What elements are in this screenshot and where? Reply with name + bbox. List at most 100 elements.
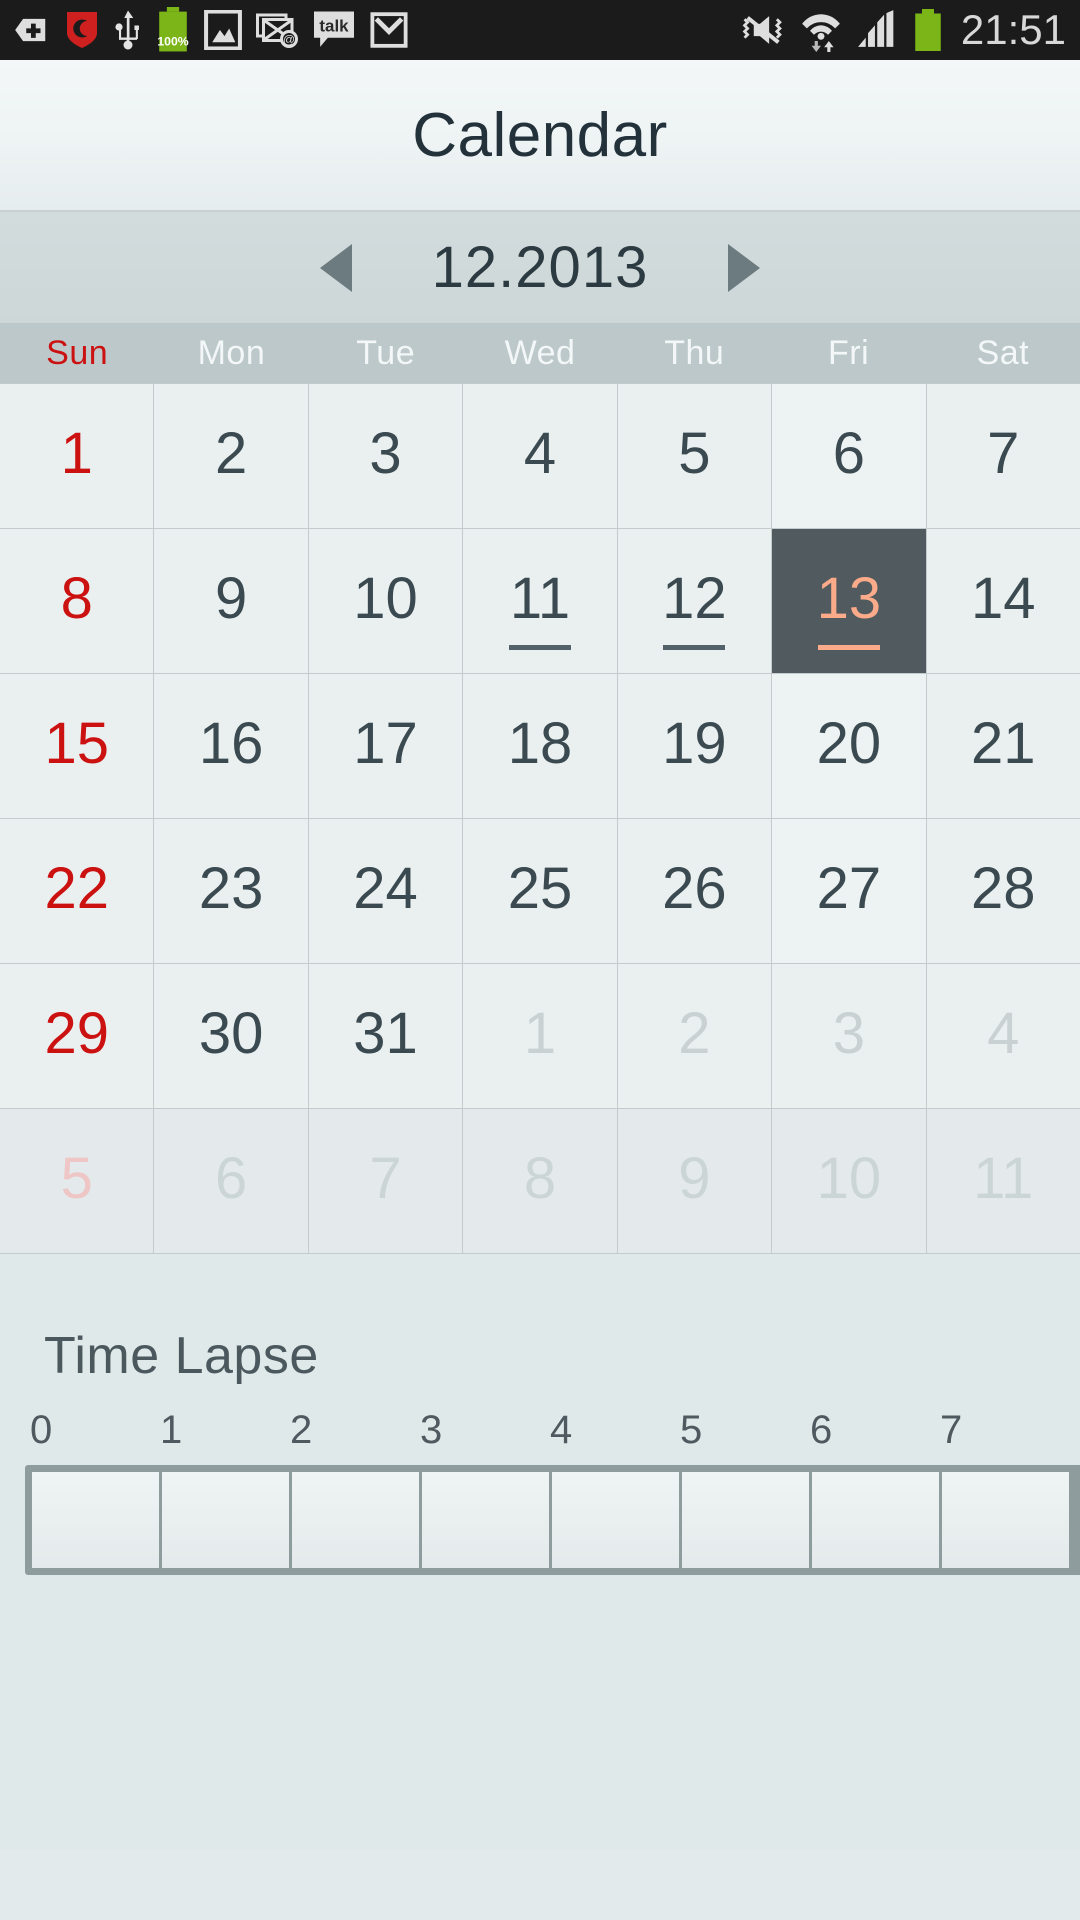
day-number: 18	[507, 711, 573, 776]
timelapse-tick-label: 0	[30, 1408, 53, 1452]
page-title: Calendar	[412, 100, 668, 170]
day-cell[interactable]: 19	[617, 674, 772, 818]
day-cell[interactable]: 29	[0, 964, 154, 1108]
next-month-arrow-icon[interactable]	[728, 243, 760, 292]
day-cell[interactable]: 28	[926, 819, 1080, 963]
weekday-header-fri: Fri	[827, 333, 870, 372]
day-cell[interactable]: 10	[772, 1109, 926, 1253]
day-cell[interactable]: 9	[154, 529, 308, 673]
weekday-header-thu: Thu	[664, 333, 725, 372]
day-cell[interactable]: 1	[463, 964, 617, 1108]
day-cell[interactable]: 14	[926, 529, 1080, 673]
timelapse-cell[interactable]	[162, 1472, 292, 1568]
day-cell[interactable]: 25	[463, 819, 617, 963]
status-bar-right-icons: 21:51	[739, 6, 1066, 54]
day-number: 14	[971, 566, 1036, 631]
day-cell[interactable]: 27	[772, 819, 926, 963]
day-number: 7	[369, 1146, 402, 1211]
signal-icon	[855, 7, 901, 53]
day-number: 7	[987, 421, 1020, 486]
day-number: 4	[987, 1001, 1020, 1066]
day-number: 24	[353, 856, 418, 921]
day-number: 9	[678, 1146, 711, 1211]
gmail-icon	[370, 7, 408, 53]
day-cell[interactable]: 15	[0, 674, 154, 818]
day-cell[interactable]: 1	[0, 384, 154, 528]
timelapse-bar[interactable]	[25, 1465, 1080, 1575]
day-cell[interactable]: 6	[154, 1109, 308, 1253]
day-cell[interactable]: 8	[463, 1109, 617, 1253]
current-month-label[interactable]: 12.2013	[390, 234, 690, 301]
day-cell[interactable]: 13	[772, 529, 926, 673]
day-cell[interactable]: 2	[154, 384, 308, 528]
day-number: 5	[60, 1146, 93, 1211]
day-cell[interactable]: 23	[154, 819, 308, 963]
action-bar: Calendar	[0, 60, 1080, 212]
wifi-icon	[799, 7, 843, 53]
day-number: 3	[832, 1001, 865, 1066]
day-cell[interactable]: 18	[463, 674, 617, 818]
day-number: 13	[816, 566, 882, 631]
day-cell[interactable]: 7	[308, 1109, 463, 1253]
status-bar: 100% @ talk 21:51	[0, 0, 1080, 60]
weekday-header-mon: Mon	[197, 333, 266, 372]
day-cell[interactable]: 7	[926, 384, 1080, 528]
previous-month-arrow-icon[interactable]	[320, 243, 352, 292]
day-cell[interactable]: 16	[154, 674, 308, 818]
day-cell[interactable]: 24	[308, 819, 463, 963]
gallery-icon	[204, 7, 242, 53]
talk-icon: talk	[312, 7, 356, 53]
day-cell[interactable]: 22	[0, 819, 154, 963]
day-number: 12	[662, 566, 727, 631]
day-cell[interactable]: 6	[772, 384, 926, 528]
day-cell[interactable]: 9	[617, 1109, 772, 1253]
timelapse-cell[interactable]	[32, 1472, 162, 1568]
timelapse-cell[interactable]	[942, 1472, 1072, 1568]
day-cell[interactable]: 5	[617, 384, 772, 528]
day-cell[interactable]: 3	[772, 964, 926, 1108]
timelapse-tick-labels: 0 1 2 3 4 5 6 7	[0, 1408, 1080, 1453]
timelapse-cell[interactable]	[682, 1472, 812, 1568]
day-cell[interactable]: 5	[0, 1109, 154, 1253]
timelapse-cell[interactable]	[292, 1472, 422, 1568]
day-cell[interactable]: 4	[926, 964, 1080, 1108]
day-number: 16	[198, 711, 264, 776]
day-number: 1	[60, 421, 93, 486]
usb-icon	[114, 7, 142, 53]
day-cell[interactable]: 20	[772, 674, 926, 818]
timelapse-tick-label: 7	[940, 1408, 963, 1452]
day-number: 31	[353, 1001, 418, 1066]
day-cell[interactable]: 10	[308, 529, 463, 673]
timelapse-cell[interactable]	[552, 1472, 682, 1568]
email-icon: @	[256, 7, 298, 53]
day-cell[interactable]: 31	[308, 964, 463, 1108]
day-cell[interactable]: 12	[617, 529, 772, 673]
day-number: 23	[198, 856, 264, 921]
day-cell[interactable]: 11	[926, 1109, 1080, 1253]
day-cell[interactable]: 26	[617, 819, 772, 963]
timelapse-cell[interactable]	[422, 1472, 552, 1568]
day-cell[interactable]: 8	[0, 529, 154, 673]
mute-vibrate-icon	[739, 7, 787, 53]
day-number: 8	[523, 1146, 557, 1211]
svg-text:100%: 100%	[157, 34, 188, 48]
day-cell[interactable]: 3	[308, 384, 463, 528]
day-cell[interactable]: 17	[308, 674, 463, 818]
day-number: 11	[973, 1146, 1034, 1211]
day-number: 9	[215, 566, 248, 631]
day-cell[interactable]: 2	[617, 964, 772, 1108]
day-number: 19	[662, 711, 727, 776]
day-cell[interactable]: 30	[154, 964, 308, 1108]
day-cell[interactable]: 21	[926, 674, 1080, 818]
day-number: 2	[215, 421, 248, 486]
day-cell[interactable]: 4	[463, 384, 617, 528]
svg-text:talk: talk	[319, 17, 349, 36]
day-number: 15	[44, 711, 109, 776]
timelapse-tick-label: 3	[420, 1408, 443, 1452]
day-cell[interactable]: 11	[463, 529, 617, 673]
day-number: 26	[662, 856, 727, 921]
day-number: 30	[198, 1001, 264, 1066]
timelapse-cell[interactable]	[812, 1472, 942, 1568]
timelapse-section: Time Lapse 0 1 2 3 4 5 6 7	[0, 1254, 1080, 1849]
calendar-grid: 1 2 3 4 5 6 7 8 9 10 11 12 13 14 15 16 17 18 19 20 21 22 23 24 2…	[0, 383, 1080, 1254]
